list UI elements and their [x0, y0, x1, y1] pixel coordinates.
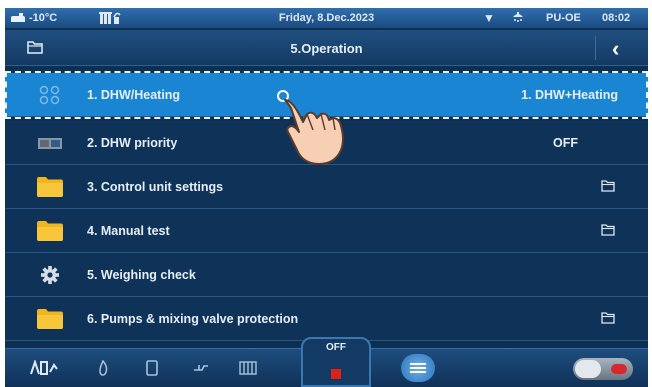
title-divider [595, 36, 596, 60]
gear-icon [41, 266, 59, 284]
menu-line-icon [410, 367, 426, 369]
folder-icon [37, 309, 63, 329]
folder-icon [37, 221, 63, 241]
menu-item-control-unit-settings[interactable]: 3. Control unit settings [5, 165, 648, 209]
menu-button[interactable] [401, 354, 435, 382]
menu-line-icon [410, 363, 426, 365]
submenu-folder-icon [601, 312, 615, 324]
stop-icon [331, 369, 341, 379]
toggle-knob [575, 360, 601, 378]
menu-item-label: 1. DHW/Heating [87, 88, 181, 102]
menu-item-label: 4. Manual test [87, 224, 170, 238]
operation-mode-indicator: PU-OE [546, 12, 581, 24]
power-off-indicator [611, 364, 627, 374]
boiler-icon[interactable] [146, 360, 158, 376]
submenu-folder-icon [601, 180, 615, 192]
menu-item-value: OFF [553, 136, 578, 150]
back-chevron-icon[interactable]: ‹ [612, 36, 619, 62]
tank-icon [38, 138, 62, 149]
bottom-bar: OFF [5, 337, 648, 387]
shower-icon [513, 12, 523, 22]
menu-item-pumps-mixing-valve[interactable]: 6. Pumps & mixing valve protection [5, 297, 648, 341]
menu-item-weighing-check[interactable]: 5. Weighing check [5, 253, 648, 297]
pointing-hand-icon [277, 90, 344, 165]
power-toggle[interactable] [573, 358, 633, 380]
menu-item-value: 1. DHW+Heating [521, 88, 618, 102]
flame-icon[interactable] [97, 360, 109, 376]
submenu-folder-icon [601, 224, 615, 236]
page-title: 5.Operation [290, 41, 363, 56]
menu-item-label: 3. Control unit settings [87, 180, 224, 194]
wifi-icon: ▼ [483, 11, 495, 25]
system-overview-icon[interactable] [29, 360, 59, 376]
status-time: 08:02 [602, 12, 631, 24]
radiator-icon[interactable] [239, 360, 257, 376]
operation-state-label: OFF [326, 342, 346, 353]
status-bar: -10°C Friday, 8.Dec.2023 ▼ PU-OE 08:02 [5, 8, 648, 28]
folder-icon [37, 177, 63, 197]
menu-item-manual-test[interactable]: 4. Manual test [5, 209, 648, 253]
menu-item-label: 6. Pumps & mixing valve protection [87, 312, 299, 326]
controller-screen: -10°C Friday, 8.Dec.2023 ▼ PU-OE 08:02 5… [5, 8, 648, 387]
operation-state-tab[interactable]: OFF [301, 337, 371, 387]
menu-item-label: 2. DHW priority [87, 136, 178, 150]
circuits-icon [39, 85, 60, 105]
menu-item-label: 5. Weighing check [87, 268, 196, 282]
title-bar: 5.Operation ‹ [5, 30, 648, 66]
pump-icon[interactable] [193, 361, 209, 375]
menu-line-icon [410, 371, 426, 373]
